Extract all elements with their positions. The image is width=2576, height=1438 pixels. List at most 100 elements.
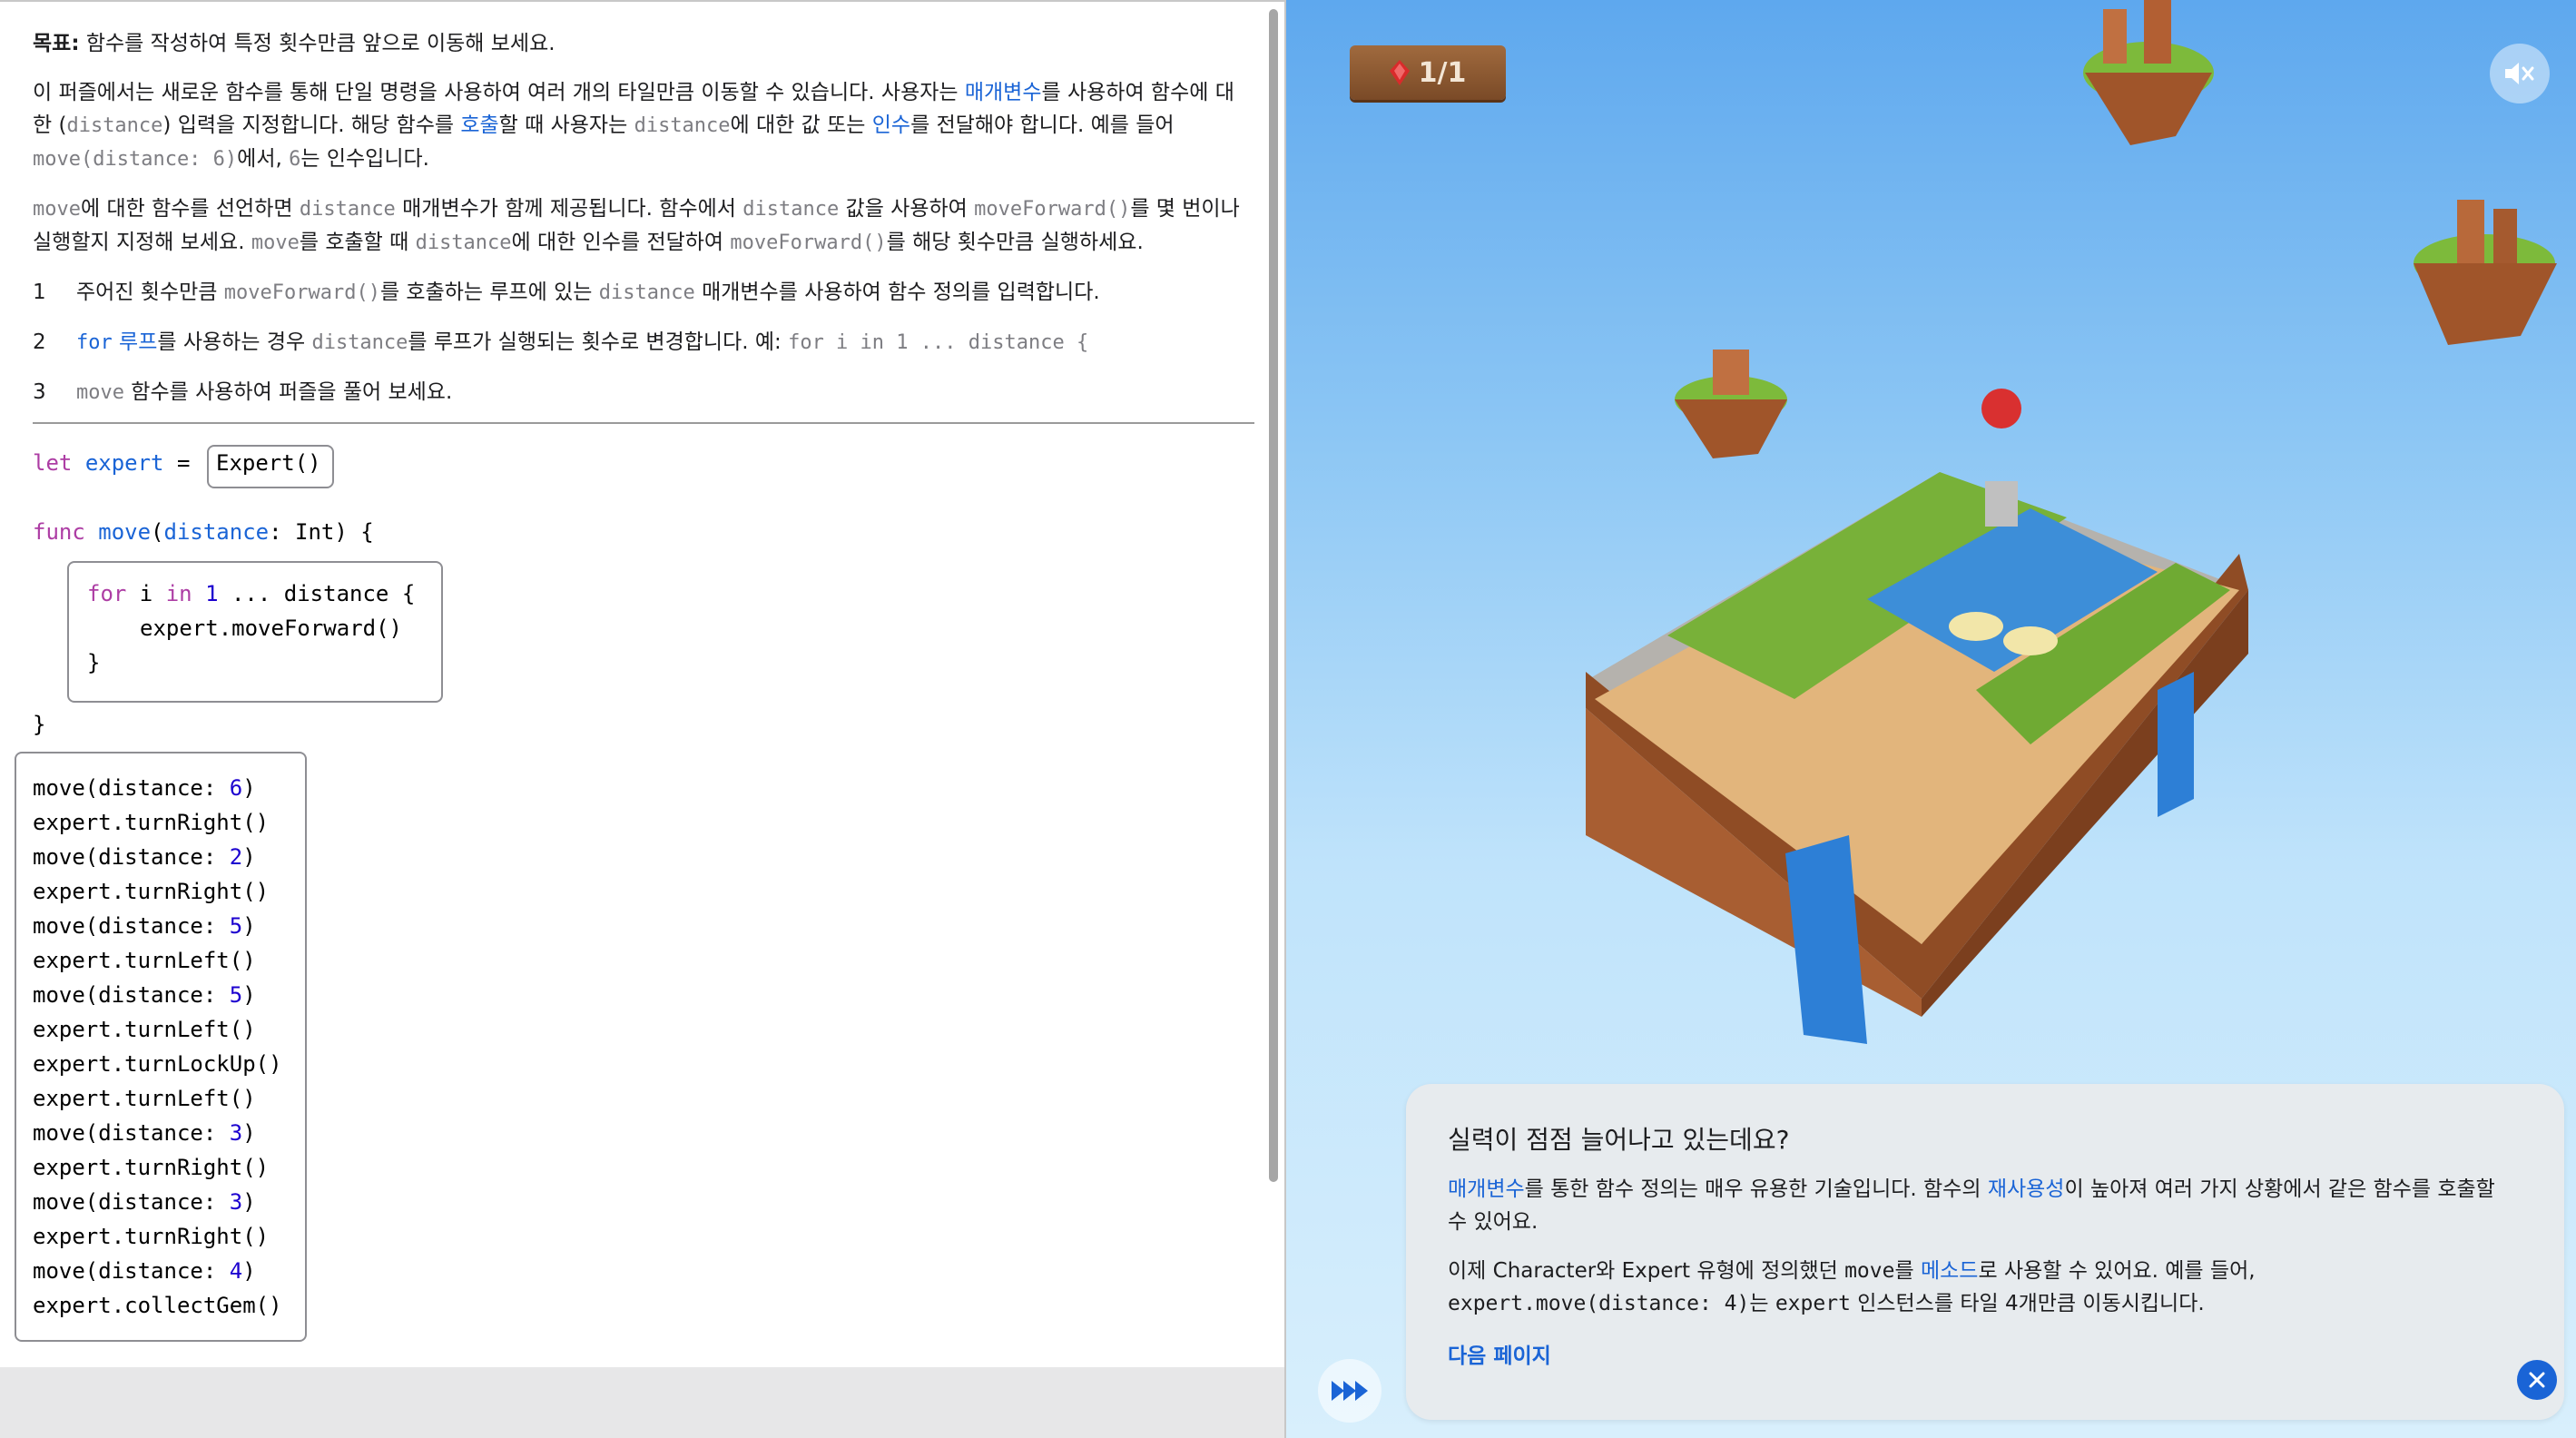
text: 에 대한 값 또는 bbox=[730, 113, 872, 137]
text: move(distance: bbox=[33, 1189, 230, 1215]
loop-body-line[interactable]: expert.moveForward() bbox=[140, 616, 402, 641]
number-literal: 5 bbox=[229, 913, 243, 939]
keyword: for bbox=[87, 581, 127, 606]
outer-close-brace: } bbox=[33, 712, 46, 737]
step-number: 2 bbox=[33, 330, 46, 354]
glossary-link-argument[interactable]: 인수 bbox=[872, 113, 910, 137]
glossary-link-parameter[interactable]: 매개변수 bbox=[1448, 1177, 1525, 1201]
inline-code: move bbox=[251, 231, 300, 254]
speaker-muted-icon bbox=[2505, 63, 2534, 84]
step-number: 3 bbox=[33, 380, 46, 404]
number-literal: 2 bbox=[229, 844, 243, 870]
text: 를 통한 함수 정의는 매우 유용한 기술입니다. 함수의 bbox=[1524, 1177, 1988, 1201]
close-feedback-button[interactable] bbox=[2517, 1360, 2557, 1400]
text: ) 입력을 지정합니다. 해당 함수를 bbox=[162, 113, 461, 137]
inline-code: 6 bbox=[289, 148, 301, 171]
goal-paragraph: 목표: 함수를 작성하여 특정 횟수만큼 앞으로 이동해 보세요. bbox=[33, 27, 1254, 60]
number-literal: 6 bbox=[229, 775, 243, 801]
call-statement-line[interactable]: expert.turnLeft() bbox=[33, 1017, 256, 1042]
text: ) bbox=[242, 775, 256, 801]
text: 값을 사용하여 bbox=[839, 197, 975, 221]
text: move(distance: bbox=[33, 1120, 230, 1146]
floating-island-top bbox=[2083, 0, 2214, 145]
glossary-link-parameter[interactable]: 매개변수 bbox=[965, 81, 1042, 104]
let-line[interactable]: let expert = bbox=[33, 450, 190, 476]
live-view-pane[interactable]: 1/1 실력이 점점 늘어나고 있는데요? 매개변수를 통한 함수 정의는 매우… bbox=[1284, 0, 2576, 1438]
glossary-link-method[interactable]: 메소드 bbox=[1921, 1259, 1978, 1283]
inline-code: distance bbox=[415, 231, 512, 254]
call-statement-line[interactable]: move(distance: 5) bbox=[33, 982, 256, 1008]
text: 는 인수입니다. bbox=[300, 147, 429, 171]
number-literal: 5 bbox=[229, 982, 243, 1008]
number-literal: 1 bbox=[205, 581, 219, 606]
call-statement-line[interactable]: expert.turnRight() bbox=[33, 879, 269, 904]
inline-code: for bbox=[76, 331, 113, 354]
call-statements-block[interactable] bbox=[15, 752, 307, 1342]
operator: = bbox=[176, 450, 191, 476]
feedback-body: 매개변수를 통한 함수 정의는 매우 유용한 기술입니다. 함수의 재사용성이 … bbox=[1448, 1173, 2519, 1336]
feedback-paragraph: 이제 Character와 Expert 유형에 정의했던 move를 메소드로… bbox=[1448, 1255, 2519, 1320]
text: 이 퍼즐에서는 새로운 함수를 통해 단일 명령을 사용하여 여러 개의 타일만… bbox=[33, 81, 965, 104]
bottom-bar bbox=[0, 1367, 1284, 1438]
call-statement-line[interactable]: move(distance: 6) bbox=[33, 775, 256, 801]
call-statement-line[interactable]: move(distance: 2) bbox=[33, 844, 256, 870]
step-number: 1 bbox=[33, 281, 46, 304]
call-statement-line[interactable]: expert.turnRight() bbox=[33, 810, 269, 835]
text: move(distance: bbox=[33, 913, 230, 939]
inline-code: distance bbox=[66, 114, 163, 137]
section-divider bbox=[33, 422, 1254, 424]
call-statement-line[interactable]: expert.turnRight() bbox=[33, 1155, 269, 1180]
feedback-title: 실력이 점점 늘어나고 있는데요? bbox=[1448, 1125, 1790, 1155]
call-statement-line[interactable]: move(distance: 3) bbox=[33, 1189, 256, 1215]
glossary-link-call[interactable]: 호출 bbox=[460, 113, 498, 137]
inner-close-brace: } bbox=[87, 650, 101, 675]
floating-island-right bbox=[2414, 200, 2557, 345]
text: ) bbox=[242, 1189, 256, 1215]
call-statement-line[interactable]: expert.turnLeft() bbox=[33, 1086, 256, 1111]
glossary-link-loop[interactable]: 루프 bbox=[113, 330, 157, 354]
goal-text: 함수를 작성하여 특정 횟수만큼 앞으로 이동해 보세요. bbox=[79, 32, 556, 55]
goal-label: 목표: bbox=[33, 32, 80, 55]
puzzle-description: 목표: 함수를 작성하여 특정 횟수만큼 앞으로 이동해 보세요. 이 퍼즐에서… bbox=[33, 27, 1254, 426]
mute-button[interactable] bbox=[2490, 44, 2550, 103]
func-declaration-line[interactable]: func move(distance: Int) { bbox=[33, 519, 374, 545]
text: 매개변수를 사용하여 함수 정의를 입력합니다. bbox=[694, 281, 1100, 304]
step-item: 3 move 함수를 사용하여 퍼즐을 풀어 보세요. bbox=[33, 376, 1254, 409]
text: 인스턴스를 타일 4개만큼 이동시킵니다. bbox=[1850, 1292, 2205, 1315]
glossary-link-reusability[interactable]: 재사용성 bbox=[1988, 1177, 2065, 1201]
fast-forward-button[interactable] bbox=[1318, 1359, 1381, 1423]
inline-code: expert.move(distance: 4) bbox=[1448, 1292, 1750, 1315]
success-feedback-panel: 실력이 점점 늘어나고 있는데요? 매개변수를 통한 함수 정의는 매우 유용한… bbox=[1406, 1084, 2564, 1420]
inline-code: for i in 1 ... distance { bbox=[788, 331, 1089, 354]
gem-icon bbox=[1389, 60, 1410, 85]
inline-code: distance bbox=[742, 198, 840, 221]
text: 에서, bbox=[237, 147, 290, 171]
call-statement-line[interactable]: expert.turnLeft() bbox=[33, 948, 256, 973]
text: move(distance: bbox=[33, 982, 230, 1008]
code-editor-pane: 목표: 함수를 작성하여 특정 횟수만큼 앞으로 이동해 보세요. 이 퍼즐에서… bbox=[0, 0, 1284, 1438]
step-item: 2 for 루프를 사용하는 경우 distance를 루프가 실행되는 횟수로 … bbox=[33, 326, 1254, 360]
scrollbar[interactable] bbox=[1269, 9, 1278, 1182]
for-loop-line[interactable]: for i in 1 ... distance { bbox=[87, 581, 415, 606]
call-statement-line[interactable]: move(distance: 3) bbox=[33, 1120, 256, 1146]
number-literal: 3 bbox=[229, 1120, 243, 1146]
text: ) bbox=[242, 982, 256, 1008]
inline-code: distance bbox=[311, 331, 408, 354]
gem-counter: 1/1 bbox=[1350, 45, 1506, 100]
inline-code: move bbox=[1844, 1259, 1895, 1283]
number-literal: 3 bbox=[229, 1189, 243, 1215]
text: 매개변수가 함께 제공됩니다. 함수에서 bbox=[395, 197, 743, 221]
feedback-paragraph: 매개변수를 통한 함수 정의는 매우 유용한 기술입니다. 함수의 재사용성이 … bbox=[1448, 1173, 2519, 1238]
text: ) bbox=[242, 913, 256, 939]
call-statement-line[interactable]: move(distance: 5) bbox=[33, 913, 256, 939]
text: 를 루프가 실행되는 횟수로 변경합니다. 예: bbox=[408, 330, 789, 354]
text: 는 bbox=[1749, 1292, 1775, 1315]
inline-code: move bbox=[33, 198, 81, 221]
call-statement-line[interactable]: expert.turnLockUp() bbox=[33, 1051, 282, 1077]
text: ( bbox=[151, 519, 164, 545]
inline-code: expert bbox=[1775, 1292, 1851, 1315]
call-statement-line[interactable]: move(distance: 4) bbox=[33, 1258, 256, 1284]
call-statement-line[interactable]: expert.turnRight() bbox=[33, 1224, 269, 1249]
call-statement-line[interactable]: expert.collectGem() bbox=[33, 1293, 282, 1318]
next-page-link[interactable]: 다음 페이지 bbox=[1448, 1338, 1551, 1369]
